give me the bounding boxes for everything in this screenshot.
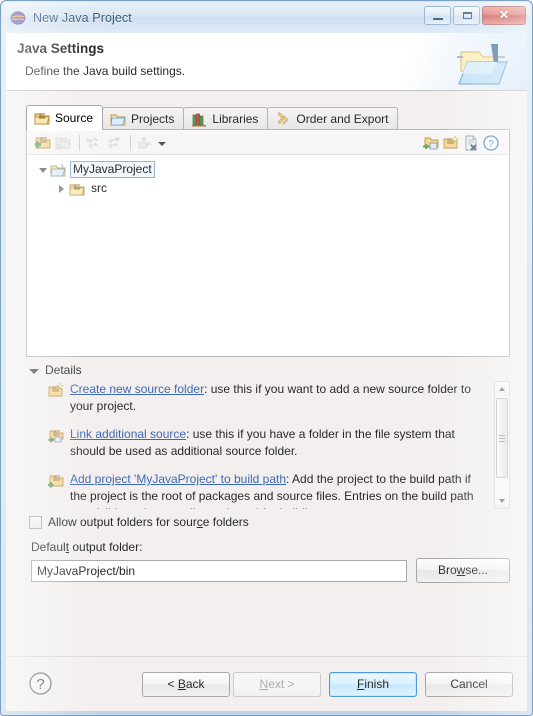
- minimize-button[interactable]: [424, 6, 451, 25]
- allow-output-folders-row[interactable]: Allow output folders for source folders: [29, 515, 249, 529]
- edit-entry-icon: [85, 134, 103, 152]
- detail-text: Link additional source: use this if you …: [70, 426, 488, 460]
- add-folder-icon[interactable]: [34, 134, 52, 152]
- details-panel: Create new source folder: use this if yo…: [28, 381, 510, 509]
- svg-text:?: ?: [36, 676, 44, 693]
- scroll-down-icon[interactable]: [495, 494, 509, 508]
- default-output-folder-input[interactable]: [31, 560, 407, 582]
- dialog-banner: Java Settings Define the Java build sett…: [6, 33, 527, 91]
- source-folder-icon: [34, 110, 50, 126]
- tab-label: Libraries: [212, 112, 259, 126]
- detail-text: Create new source folder: use this if yo…: [70, 381, 488, 415]
- finish-button[interactable]: Finish: [329, 672, 417, 697]
- eclipse-logo-icon: [10, 10, 26, 26]
- expand-arrow-icon[interactable]: [36, 163, 50, 177]
- scroll-up-icon[interactable]: [495, 382, 509, 396]
- chevron-down-icon[interactable]: [157, 135, 168, 151]
- back-button[interactable]: < Back: [142, 672, 230, 697]
- collapse-arrow-icon[interactable]: [55, 182, 69, 196]
- page-subtitle: Define the Java build settings.: [25, 64, 186, 78]
- project-folder-icon: [50, 162, 66, 178]
- new-source-folder-icon[interactable]: [442, 134, 460, 152]
- order-export-arrows-icon: [275, 111, 291, 127]
- svg-text:?: ?: [488, 139, 494, 150]
- details-scrollbar[interactable]: [494, 381, 510, 509]
- help-icon[interactable]: ?: [482, 134, 500, 152]
- toolbar-separator: [130, 134, 131, 151]
- default-output-folder-label: Default output folder:: [31, 540, 143, 554]
- browse-button[interactable]: Browse...: [416, 558, 510, 583]
- dialog-body: Source Projects Libraries Order and Expo…: [6, 91, 527, 656]
- help-icon[interactable]: ?: [28, 671, 53, 696]
- libraries-books-icon: [191, 111, 207, 127]
- close-button[interactable]: ✕: [482, 6, 526, 25]
- list-item: Create new source folder: use this if yo…: [28, 381, 490, 415]
- link-source-icon: [48, 427, 64, 443]
- tree-row[interactable]: src: [28, 179, 508, 198]
- scrollbar-thumb[interactable]: [496, 398, 508, 478]
- tab-projects[interactable]: Projects: [102, 107, 185, 130]
- add-project-to-build-path-link[interactable]: Add project 'MyJavaProject' to build pat…: [70, 472, 286, 486]
- window-controls: ✕: [424, 6, 526, 25]
- add-project-buildpath-icon: [48, 472, 64, 488]
- clear-entries-icon[interactable]: [462, 134, 480, 152]
- dialog-window: New Java Project ✕ Java Settings Define …: [0, 0, 533, 716]
- toolbar-right-group: ?: [422, 134, 508, 152]
- create-new-source-folder-link[interactable]: Create new source folder: [70, 382, 204, 396]
- detail-text: Add project 'MyJavaProject' to build pat…: [70, 471, 488, 509]
- link-source-icon: [54, 134, 72, 152]
- new-source-folder-icon: [48, 382, 64, 398]
- source-folder-icon: [69, 181, 85, 197]
- dialog-footer: ? < Back Next > Finish Cancel: [6, 656, 527, 711]
- next-button: Next >: [233, 672, 321, 697]
- tree-row[interactable]: MyJavaProject: [28, 160, 508, 179]
- tab-label: Order and Export: [296, 112, 389, 126]
- close-icon: ✕: [498, 8, 510, 22]
- window-title: New Java Project: [33, 10, 132, 25]
- title-bar: New Java Project ✕: [2, 2, 531, 33]
- tree-node-label[interactable]: src: [89, 181, 109, 196]
- source-tree[interactable]: MyJavaProject src: [28, 156, 508, 355]
- page-title: Java Settings: [17, 41, 105, 56]
- projects-folder-icon: [110, 111, 126, 127]
- scrollbar-grip: [499, 435, 505, 442]
- allow-output-folders-checkbox[interactable]: [29, 515, 42, 529]
- source-toolbar: ?: [28, 131, 508, 155]
- cancel-button[interactable]: Cancel: [425, 672, 513, 697]
- maximize-icon: [463, 12, 472, 19]
- tab-strip: Source Projects Libraries Order and Expo…: [26, 105, 510, 130]
- allow-output-folders-label: Allow output folders for source folders: [48, 515, 249, 529]
- browse-folder-icon[interactable]: [422, 134, 440, 152]
- maximize-button[interactable]: [453, 6, 480, 25]
- details-section-header[interactable]: Details: [28, 363, 82, 377]
- source-tab-panel: ? MyJavaProject src: [26, 129, 510, 357]
- configure-filters-icon: [136, 134, 154, 152]
- details-label: Details: [45, 363, 82, 377]
- details-list: Create new source folder: use this if yo…: [28, 381, 490, 509]
- tab-label: Source: [55, 111, 94, 125]
- tree-node-label[interactable]: MyJavaProject: [70, 161, 155, 178]
- java-project-folder-icon: [453, 38, 513, 88]
- remove-entry-icon: [105, 134, 123, 152]
- toolbar-separator: [79, 134, 80, 151]
- tab-source[interactable]: Source: [26, 105, 104, 130]
- link-additional-source-link[interactable]: Link additional source: [70, 427, 186, 441]
- tab-libraries[interactable]: Libraries: [183, 107, 269, 130]
- tab-label: Projects: [131, 112, 175, 126]
- details-expand-arrow-icon[interactable]: [28, 364, 41, 377]
- tab-order-and-export[interactable]: Order and Export: [267, 107, 399, 130]
- list-item: Add project 'MyJavaProject' to build pat…: [28, 471, 490, 509]
- list-item: Link additional source: use this if you …: [28, 426, 490, 460]
- minimize-icon: [433, 18, 443, 20]
